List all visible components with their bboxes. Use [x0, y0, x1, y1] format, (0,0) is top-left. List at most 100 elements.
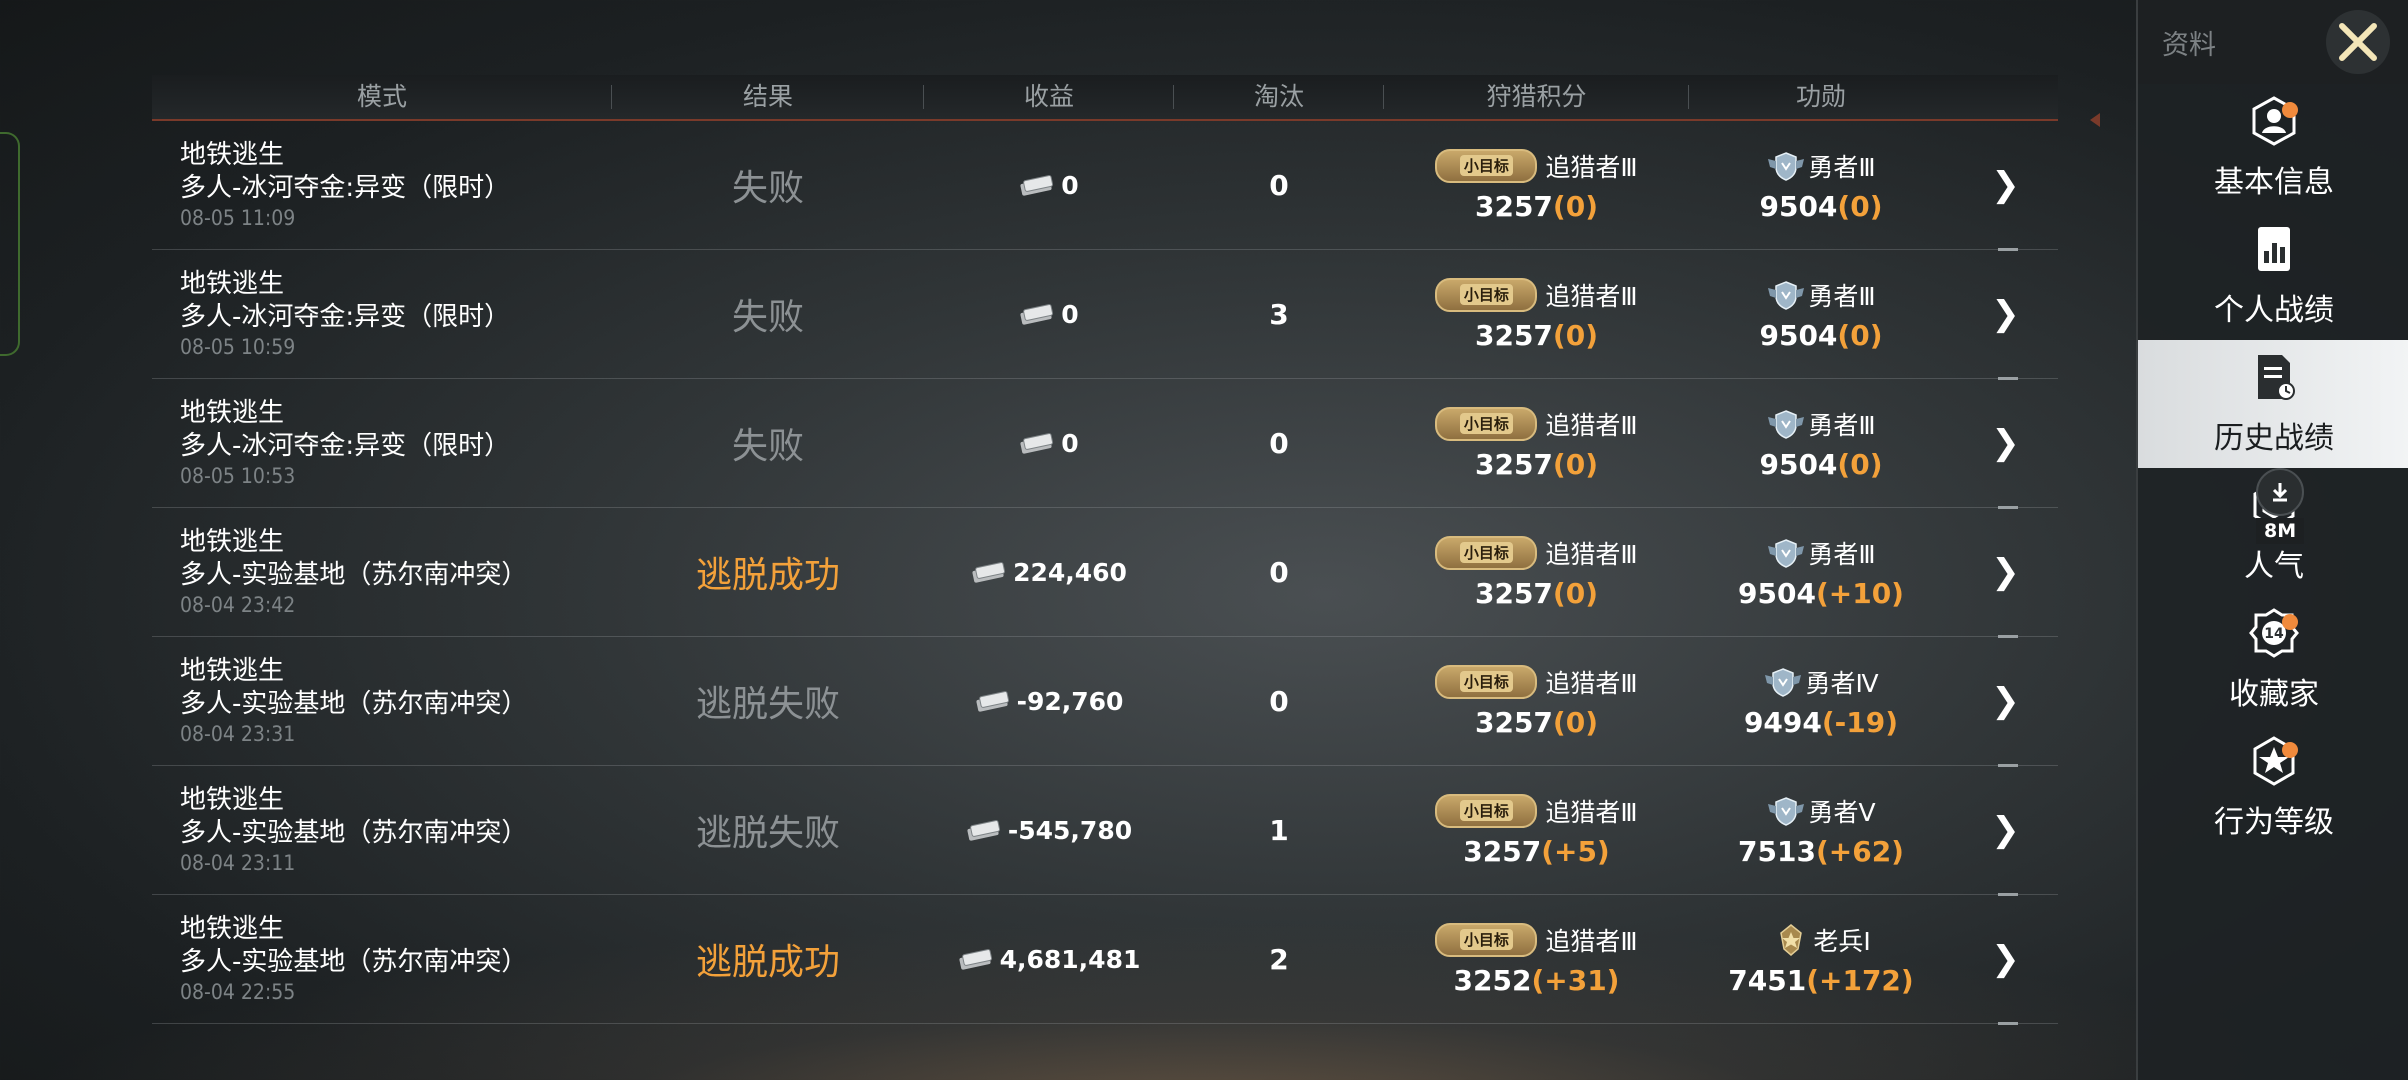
merit-score: 9504(+10) — [1738, 576, 1904, 610]
target-badge: 小目标 — [1435, 148, 1538, 183]
notification-dot — [2282, 614, 2298, 630]
wing-shield-icon — [1768, 538, 1805, 568]
download-size: 8M — [2256, 518, 2305, 544]
nav-item-2[interactable]: 历史战绩 — [2138, 340, 2408, 468]
merit-cell: 勇者Ⅳ 9494(-19) — [1689, 637, 1953, 765]
hunt-rank: 追猎者Ⅲ — [1545, 152, 1638, 182]
row-detail-button[interactable]: ❯ — [1953, 637, 2058, 765]
result-text: 失败 — [731, 426, 804, 467]
nav-item-3[interactable]: 人气 8M — [2138, 468, 2408, 596]
nav-item-5[interactable]: 行为等级 — [2138, 724, 2408, 852]
nav-item-0[interactable]: 基本信息 — [2138, 84, 2408, 212]
kill-count: 0 — [1269, 426, 1289, 460]
table-row[interactable]: 地铁逃生 多人-冰河夺金:异变（限时） 08-05 11:09 失败 0 0 小… — [152, 121, 2058, 251]
hunt-rank-line: 小目标 追猎者Ⅲ — [1435, 406, 1638, 442]
result-text: 失败 — [731, 297, 804, 338]
mode-cell: 地铁逃生 多人-实验基地（苏尔南冲突） 08-04 23:31 — [152, 637, 612, 765]
gain-value-group: 0 — [1019, 299, 1079, 329]
hunt-rank: 追猎者Ⅲ — [1545, 539, 1638, 569]
hunt-rank-line: 小目标 追猎者Ⅲ — [1435, 148, 1638, 184]
merit-score: 9504(0) — [1759, 447, 1883, 481]
row-detail-button[interactable]: ❯ — [1953, 121, 2058, 249]
hunt-rank: 追猎者Ⅲ — [1545, 797, 1638, 827]
cash-icon — [967, 820, 1000, 841]
table-row[interactable]: 地铁逃生 多人-实验基地（苏尔南冲突） 08-04 23:11 逃脱失败 -54… — [152, 766, 2058, 896]
nav-item-1[interactable]: 个人战绩 — [2138, 212, 2408, 340]
header-gain: 收益 — [924, 75, 1174, 119]
merit-rank: 勇者Ⅳ — [1805, 668, 1879, 698]
match-history-table: 模式 结果 收益 淘汰 狩猎积分 功勋 地铁逃生 多人-冰河夺金:异变（限时） … — [152, 75, 2058, 1025]
gain-value: 224,460 — [1013, 557, 1127, 587]
header-kill: 淘汰 — [1174, 75, 1384, 119]
merit-rank-line: 勇者Ⅲ — [1766, 535, 1876, 571]
match-time: 08-04 23:42 — [180, 593, 296, 617]
result-text: 逃脱失败 — [695, 684, 840, 725]
hunt-cell: 小目标 追猎者Ⅲ 3257(0) — [1384, 121, 1689, 249]
hunt-rank-line: 小目标 追猎者Ⅲ — [1435, 664, 1638, 700]
hunt-score: 3257(0) — [1474, 318, 1598, 352]
merit-rank: 老兵Ⅰ — [1813, 926, 1871, 956]
download-badge[interactable]: 8M — [2256, 468, 2305, 544]
row-detail-button[interactable]: ❯ — [1953, 379, 2058, 507]
cash-icon — [1020, 175, 1054, 196]
match-time: 08-04 22:55 — [180, 980, 296, 1004]
mode-subtitle: 多人-冰河夺金:异变（限时） — [180, 431, 511, 461]
close-button[interactable] — [2326, 10, 2390, 74]
result-cell: 逃脱失败 — [612, 637, 924, 765]
history-doc-icon — [2248, 351, 2300, 407]
gain-cell: 224,460 — [924, 508, 1174, 636]
target-badge: 小目标 — [1435, 793, 1538, 828]
row-detail-button[interactable]: ❯ — [1953, 508, 2058, 636]
target-badge: 小目标 — [1435, 535, 1538, 570]
table-row[interactable]: 地铁逃生 多人-实验基地（苏尔南冲突） 08-04 23:42 逃脱成功 224… — [152, 508, 2058, 638]
mode-cell: 地铁逃生 多人-实验基地（苏尔南冲突） 08-04 23:11 — [152, 766, 612, 894]
gain-value: -545,780 — [1007, 815, 1133, 845]
result-text: 逃脱失败 — [695, 813, 840, 854]
gain-value-group: -92,760 — [975, 687, 1123, 716]
nav-label: 个人战绩 — [2214, 293, 2334, 328]
chevron-right-icon: ❯ — [1991, 165, 2020, 205]
mode-title: 地铁逃生 — [180, 914, 285, 944]
nav-label: 历史战绩 — [2214, 421, 2334, 456]
merit-rank: 勇者Ⅲ — [1808, 281, 1876, 311]
kill-count: 1 — [1269, 813, 1289, 847]
mode-cell: 地铁逃生 多人-实验基地（苏尔南冲突） 08-04 23:42 — [152, 508, 612, 636]
row-detail-button[interactable]: ❯ — [1953, 250, 2058, 378]
row-detail-button[interactable]: ❯ — [1953, 766, 2058, 894]
kill-count: 0 — [1269, 555, 1289, 589]
hunt-rank-line: 小目标 追猎者Ⅲ — [1435, 922, 1638, 958]
result-text: 失败 — [731, 168, 804, 209]
table-row[interactable]: 地铁逃生 多人-冰河夺金:异变（限时） 08-05 10:59 失败 0 3 小… — [152, 250, 2058, 380]
kill-count: 3 — [1269, 297, 1289, 331]
hunt-rank-line: 小目标 追猎者Ⅲ — [1435, 535, 1638, 571]
kill-cell: 0 — [1174, 379, 1384, 507]
table-row[interactable]: 地铁逃生 多人-实验基地（苏尔南冲突） 08-04 22:55 逃脱成功 4,6… — [152, 895, 2058, 1025]
merit-rank: 勇者Ⅲ — [1808, 152, 1876, 182]
kill-count: 0 — [1269, 168, 1289, 202]
table-row[interactable]: 地铁逃生 多人-实验基地（苏尔南冲突） 08-04 23:31 逃脱失败 -92… — [152, 637, 2058, 767]
table-body: 地铁逃生 多人-冰河夺金:异变（限时） 08-05 11:09 失败 0 0 小… — [152, 121, 2058, 1025]
merit-cell: 老兵Ⅰ 7451(+172) — [1689, 895, 1953, 1023]
merit-rank: 勇者Ⅴ — [1808, 797, 1876, 827]
merit-rank: 勇者Ⅲ — [1808, 539, 1876, 569]
nav-item-4[interactable]: 14 收藏家 — [2138, 596, 2408, 724]
chevron-right-icon: ❯ — [1991, 423, 2020, 463]
table-header: 模式 结果 收益 淘汰 狩猎积分 功勋 — [152, 75, 2058, 121]
table-row[interactable]: 地铁逃生 多人-冰河夺金:异变（限时） 08-05 10:53 失败 0 0 小… — [152, 379, 2058, 509]
merit-score: 7513(+62) — [1738, 834, 1904, 868]
header-mode: 模式 — [152, 75, 612, 119]
edge-handle[interactable] — [0, 132, 20, 356]
mode-subtitle: 多人-实验基地（苏尔南冲突） — [180, 560, 528, 590]
merit-score: 7451(+172) — [1728, 963, 1914, 997]
merit-rank-line: 勇者Ⅲ — [1766, 148, 1876, 184]
merit-cell: 勇者Ⅲ 9504(0) — [1689, 121, 1953, 249]
profile-side-panel: 资料 基本信息 个人战绩 历史战绩 人气 8M 14 收藏家 行为等级 — [2136, 0, 2408, 1080]
gain-value-group: -545,780 — [966, 816, 1132, 845]
wing-shield-icon — [1768, 280, 1805, 310]
gain-value: 0 — [1061, 299, 1079, 329]
row-detail-button[interactable]: ❯ — [1953, 895, 2058, 1023]
gain-value-group: 4,681,481 — [958, 945, 1140, 974]
mode-subtitle: 多人-实验基地（苏尔南冲突） — [180, 818, 528, 848]
wing-shield-icon — [1768, 409, 1805, 439]
notification-dot — [2282, 102, 2298, 118]
